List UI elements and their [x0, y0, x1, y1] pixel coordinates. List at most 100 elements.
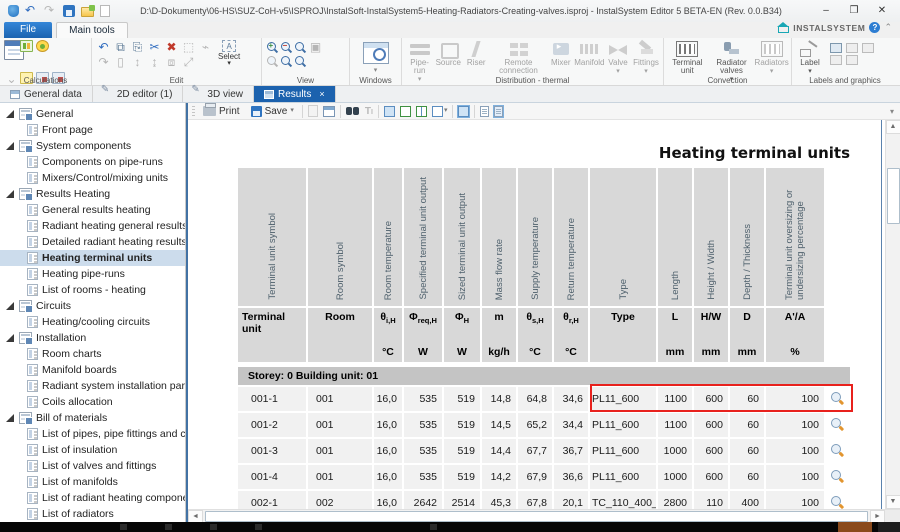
zoom-selection-icon[interactable] [294, 55, 306, 68]
sidebar-section-system-components[interactable]: System components [0, 138, 185, 154]
fittings-button[interactable]: Fittings▾ [633, 40, 659, 76]
select-button[interactable]: A Select ▾ [215, 40, 243, 67]
zoom-in-icon[interactable]: + [266, 41, 278, 54]
taskbar-tray[interactable] [878, 522, 900, 532]
sidebar-item-list-of-insulation[interactable]: List of insulation [0, 442, 185, 458]
sidebar-section-circuits[interactable]: Circuits [0, 298, 185, 314]
restore-button[interactable]: ❐ [840, 1, 868, 21]
options-gear-icon[interactable] [36, 40, 49, 52]
expanded-triangle-icon[interactable] [6, 414, 14, 422]
zoom-detail-icon[interactable] [831, 470, 844, 484]
expanded-triangle-icon[interactable] [6, 334, 14, 342]
close-button[interactable]: ✕ [868, 1, 896, 21]
sidebar-item-list-of-radiators[interactable]: List of radiators [0, 506, 185, 522]
new-document-icon[interactable] [100, 5, 110, 17]
undo-icon[interactable] [25, 5, 38, 17]
sidebar-item-radiant-system-installation-parameters[interactable]: Radiant system installation parameters [0, 378, 185, 394]
vertical-scrollbar[interactable]: ▲ ▼ [885, 120, 900, 509]
sidebar-item-heating-pipe-runs[interactable]: Heating pipe-runs [0, 266, 185, 282]
radiators-button[interactable]: Radiators▾ [756, 40, 787, 76]
view-mode-two-pages-icon[interactable] [416, 106, 427, 117]
label-button[interactable]: Label▾ [796, 40, 824, 76]
tab-results[interactable]: Results × [254, 86, 336, 102]
toolbar-grip[interactable] [192, 106, 195, 117]
sidebar-item-list-of-valves-and-fittings[interactable]: List of valves and fittings [0, 458, 185, 474]
expanded-triangle-icon[interactable] [6, 190, 14, 198]
paste-icon[interactable]: ⎘ [130, 40, 145, 54]
save-icon[interactable] [63, 5, 75, 17]
zoom-window-icon[interactable] [294, 41, 306, 54]
tab-3d-view[interactable]: 3D view [183, 86, 254, 102]
zoom-detail-icon[interactable] [831, 392, 844, 406]
tab-general-data[interactable]: General data [0, 86, 93, 102]
source-button[interactable]: Source [435, 40, 461, 68]
scroll-right-icon[interactable]: ► [870, 510, 885, 523]
valve-button[interactable]: Valve▾ [605, 40, 631, 76]
expanded-triangle-icon[interactable] [6, 302, 14, 310]
results-chart-icon[interactable] [20, 40, 33, 52]
sidebar-item-mixers-control-mixing-units[interactable]: Mixers/Control/mixing units [0, 170, 185, 186]
fit-view-icon[interactable] [458, 106, 469, 117]
minimize-button[interactable]: – [812, 1, 840, 21]
sidebar-section-general[interactable]: General [0, 106, 185, 122]
report-layout-icon[interactable] [480, 106, 489, 117]
scroll-up-icon[interactable]: ▲ [886, 120, 900, 134]
sidebar-item-general-results-heating[interactable]: General results heating [0, 202, 185, 218]
sidebar-section-bill-of-materials[interactable]: Bill of materials [0, 410, 185, 426]
sidebar-item-front-page[interactable]: Front page [0, 122, 185, 138]
riser-button[interactable]: Riser [463, 40, 489, 68]
tab-2d-editor[interactable]: 2D editor (1) [93, 86, 184, 102]
taskbar-icon[interactable] [255, 524, 262, 530]
taskbar-icon[interactable] [165, 524, 172, 530]
ribbon-tab-main-tools[interactable]: Main tools [56, 22, 128, 38]
zoom-detail-icon[interactable] [831, 444, 844, 458]
open-folder-icon[interactable] [81, 7, 94, 17]
zoom-previous-icon[interactable] [280, 55, 292, 68]
sidebar-item-list-of-radiant-heating-components[interactable]: List of radiant heating components [0, 490, 185, 506]
horizontal-scroll-thumb[interactable] [205, 511, 868, 522]
taskbar-icon[interactable] [210, 524, 217, 530]
taskbar-icon[interactable] [120, 524, 127, 530]
sidebar-item-detailed-radiant-heating-results[interactable]: Detailed radiant heating results [0, 234, 185, 250]
view-mode-whole-page-icon[interactable] [384, 106, 395, 117]
taskbar[interactable] [0, 522, 900, 532]
print-button[interactable]: Print [200, 105, 243, 118]
sidebar-item-coils-allocation[interactable]: Coils allocation [0, 394, 185, 410]
taskbar-active-app[interactable] [838, 522, 872, 532]
windows-icon[interactable] [363, 42, 389, 64]
close-tab-icon[interactable]: × [319, 89, 324, 99]
toolbar-overflow-icon[interactable]: ▾ [890, 107, 896, 116]
terminal-unit-button[interactable]: Terminal unit [668, 40, 707, 76]
remote-connection-button[interactable]: Remote connection [491, 40, 545, 76]
sidebar-item-list-of-pipes-pipe-fittings-and-couplings[interactable]: List of pipes, pipe fittings and couplin… [0, 426, 185, 442]
table-settings-icon[interactable] [323, 106, 335, 117]
view-mode-custom-button[interactable]: ▾ [432, 106, 448, 117]
taskbar-icon[interactable] [430, 524, 437, 530]
sidebar-item-heating-terminal-units[interactable]: Heating terminal units [0, 250, 185, 266]
sidebar-item-radiant-heating-general-results[interactable]: Radiant heating general results [0, 218, 185, 234]
help-icon[interactable]: ? [869, 22, 880, 33]
report-outline-icon[interactable] [494, 106, 503, 117]
redo-icon[interactable] [44, 5, 57, 17]
sidebar-section-installation[interactable]: Installation [0, 330, 185, 346]
view-mode-page-width-icon[interactable] [400, 106, 411, 117]
manifold-button[interactable]: Manifold [576, 40, 603, 68]
zoom-out-icon[interactable]: − [280, 41, 292, 54]
zoom-detail-icon[interactable] [831, 418, 844, 432]
scroll-down-icon[interactable]: ▼ [886, 495, 900, 509]
scroll-left-icon[interactable]: ◄ [188, 510, 203, 523]
chevron-down-icon[interactable]: ▾ [374, 68, 378, 74]
sidebar-item-components-on-pipe-runs[interactable]: Components on pipe-runs [0, 154, 185, 170]
vertical-scroll-thumb[interactable] [887, 168, 900, 224]
find-icon[interactable] [346, 106, 360, 116]
copy-icon[interactable]: ⧉ [113, 40, 128, 54]
sidebar-item-room-charts[interactable]: Room charts [0, 346, 185, 362]
sidebar-item-manifold-boards[interactable]: Manifold boards [0, 362, 185, 378]
ribbon-tab-file[interactable]: File [4, 22, 52, 38]
undo-icon[interactable]: ↶ [96, 40, 111, 54]
sidebar-item-heating-cooling-circuits[interactable]: Heating/cooling circuits [0, 314, 185, 330]
sidebar-item-list-of-rooms-heating[interactable]: List of rooms - heating [0, 282, 185, 298]
zoom-detail-icon[interactable] [831, 496, 844, 509]
sidebar-item-list-of-manifolds[interactable]: List of manifolds [0, 474, 185, 490]
sidebar-section-results-heating[interactable]: Results Heating [0, 186, 185, 202]
